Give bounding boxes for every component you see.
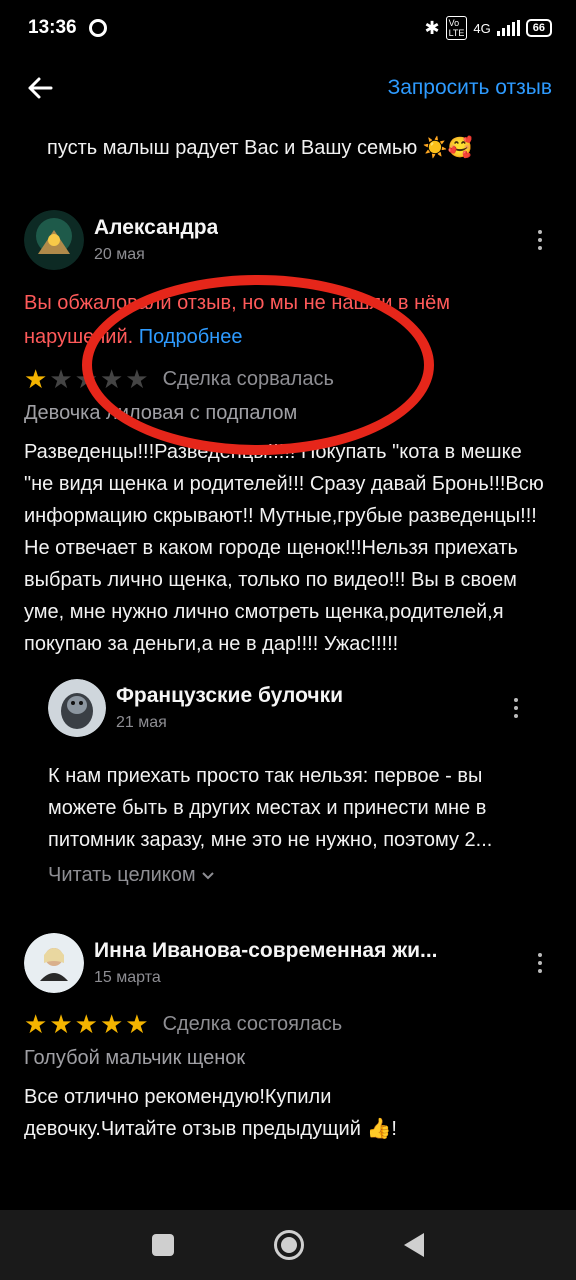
reply-meta: Французские булочки 21 мая — [116, 684, 343, 732]
back-arrow-icon[interactable] — [24, 72, 56, 104]
status-icons: ✱ Vo LTE 4G 66 — [424, 16, 552, 40]
appeal-notice: Вы обжаловали отзыв, но мы не нашли в нё… — [24, 286, 552, 354]
review-date: 20 мая — [94, 246, 145, 263]
reply-author: Французские булочки — [116, 684, 344, 707]
more-details-link[interactable]: Подробнее — [139, 326, 243, 348]
star-icon: ★ — [74, 1009, 98, 1039]
more-vert-icon[interactable] — [504, 692, 528, 724]
request-review-button[interactable]: Запросить отзыв — [388, 76, 552, 100]
system-nav-bar — [0, 1210, 576, 1280]
product-variant: Девочка лиловая с подпалом — [24, 402, 298, 424]
avatar[interactable] — [24, 210, 84, 270]
review-card: Инна Иванова-современная жи... 15 марта … — [0, 931, 576, 1145]
status-time: 13:36 — [28, 17, 77, 38]
reviews-list: пусть малыш радует Вас и Вашу семью ☀️🥰 … — [0, 112, 576, 1145]
review-author: Александра — [94, 216, 219, 239]
review-text: Разведенцы!!!Разведенцы!!!!! Покупать "к… — [24, 441, 544, 655]
review-date: 15 марта — [94, 969, 161, 986]
star-icon: ★ — [24, 364, 48, 394]
signal-icon — [496, 20, 520, 36]
avatar[interactable] — [48, 679, 106, 737]
seller-reply: Французские булочки 21 мая К нам приехат… — [48, 676, 552, 887]
deal-status: Сделка сорвалась — [162, 367, 334, 390]
rating-stars: ★ ★ ★ ★ ★ — [24, 1011, 149, 1037]
star-icon: ★ — [125, 364, 149, 394]
reply-text: К нам приехать просто так нельзя: первое… — [48, 765, 493, 851]
deal-status: Сделка состоялась — [162, 1012, 343, 1035]
battery-icon: 66 — [525, 19, 552, 37]
review-meta: Александра 20 мая — [94, 216, 218, 264]
rating-row: ★ ★ ★ ★ ★ Сделка сорвалась — [24, 360, 552, 398]
star-icon: ★ — [99, 364, 124, 394]
star-icon: ★ — [125, 1009, 149, 1039]
review-header: Александра 20 мая — [24, 208, 552, 272]
review-card: Александра 20 мая Вы обжаловали отзыв, н… — [0, 208, 576, 887]
avatar[interactable] — [24, 933, 84, 993]
star-icon: ★ — [24, 1009, 48, 1039]
volte-icon: Vo LTE — [445, 16, 468, 40]
status-bar: 13:36 ✱ Vo LTE 4G 66 — [0, 0, 576, 56]
review-text: Все отлично рекомендую!Купили девочку.Чи… — [24, 1086, 397, 1140]
star-icon: ★ — [74, 364, 98, 394]
more-vert-icon[interactable] — [528, 947, 552, 979]
nav-back-icon[interactable] — [404, 1233, 424, 1257]
star-icon: ★ — [49, 1009, 73, 1039]
review-header: Инна Иванова-современная жи... 15 марта — [24, 931, 552, 995]
chevron-down-icon — [201, 871, 214, 879]
review-author: Инна Иванова-современная жи... — [94, 939, 438, 962]
network-type: 4G — [473, 20, 491, 36]
rating-row: ★ ★ ★ ★ ★ Сделка состоялась — [24, 1005, 552, 1043]
recent-apps-icon[interactable] — [152, 1234, 174, 1256]
star-icon: ★ — [99, 1009, 124, 1039]
read-more-label: Читать целиком — [48, 864, 196, 886]
previous-review-text: пусть малыш радует Вас и Вашу семью ☀️🥰 — [47, 137, 473, 159]
reply-header: Французские булочки 21 мая — [48, 676, 528, 740]
app-bar: Запросить отзыв — [0, 56, 576, 120]
rating-stars: ★ ★ ★ ★ ★ — [24, 366, 149, 392]
bluetooth-icon: ✱ — [424, 17, 440, 38]
more-vert-icon[interactable] — [528, 224, 552, 256]
review-meta: Инна Иванова-современная жи... 15 марта — [94, 939, 438, 987]
home-icon[interactable] — [274, 1230, 304, 1260]
status-indicator-icon — [88, 19, 107, 37]
product-variant: Голубой мальчик щенок — [24, 1047, 246, 1069]
read-more-button[interactable]: Читать целиком — [48, 864, 528, 887]
star-icon: ★ — [49, 364, 73, 394]
reply-date: 21 мая — [116, 714, 167, 731]
